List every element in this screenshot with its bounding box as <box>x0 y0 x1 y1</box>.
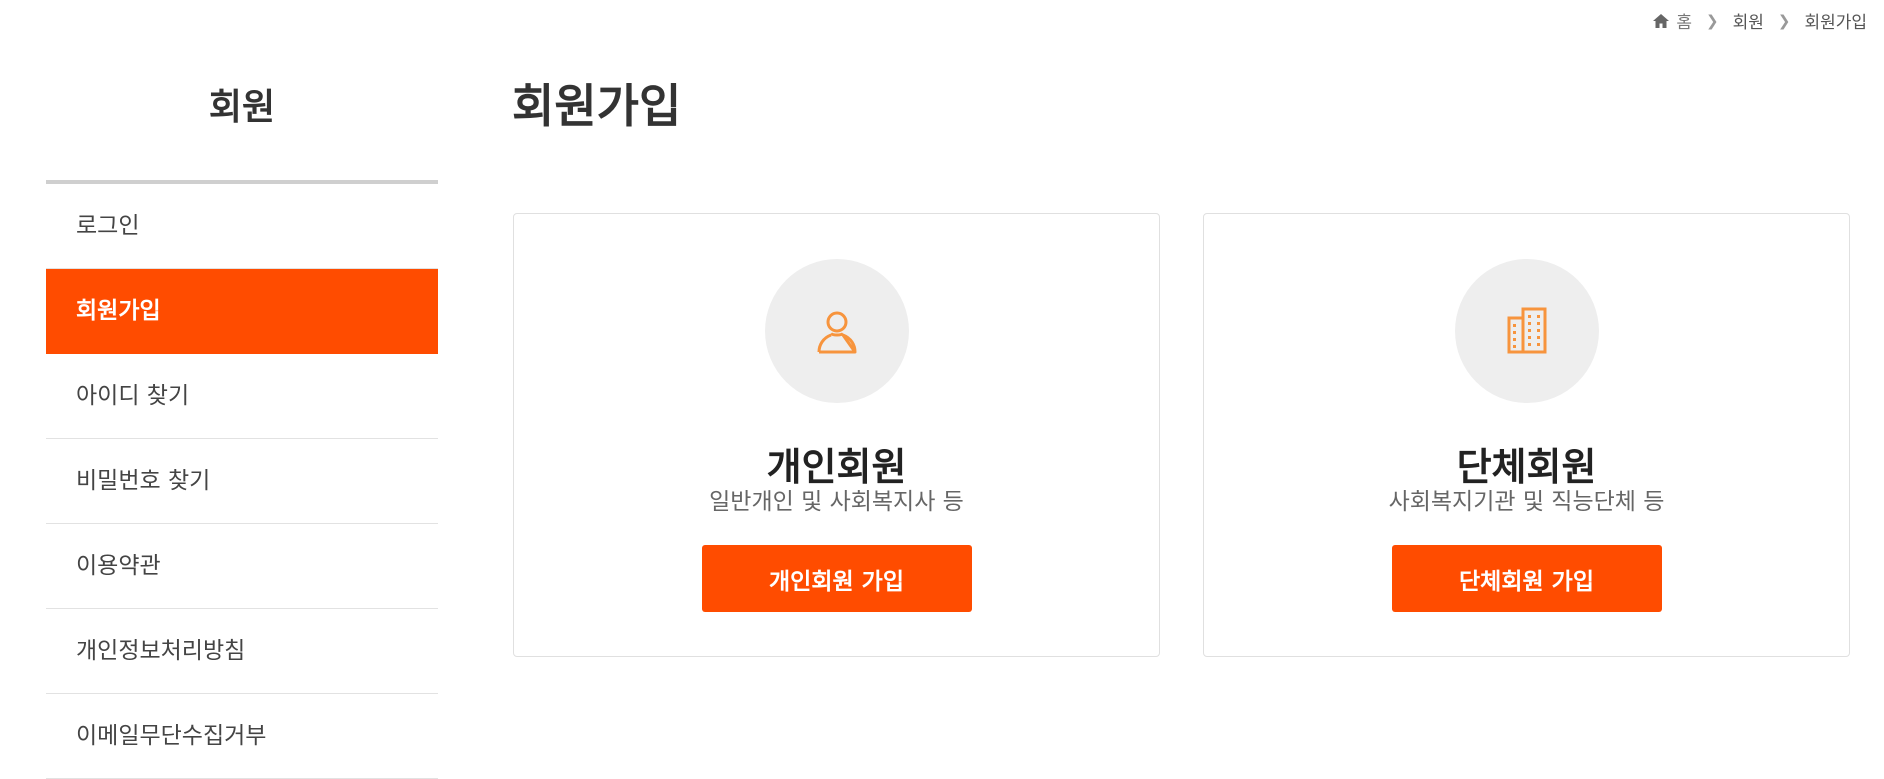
sidebar-item-terms[interactable]: 이용약관 <box>46 524 438 609</box>
chevron-right-icon: ❯ <box>1706 11 1719 30</box>
personal-signup-button[interactable]: 개인회원 가입 <box>701 545 972 612</box>
card-description: 사회복지기관 및 직능단체 등 <box>1388 489 1665 515</box>
building-icon <box>1507 307 1546 354</box>
sidebar-item-signup[interactable]: 회원가입 <box>46 269 438 354</box>
group-signup-button[interactable]: 단체회원 가입 <box>1391 545 1662 612</box>
home-icon <box>1653 13 1670 28</box>
person-icon <box>817 311 856 354</box>
icon-circle <box>764 259 909 403</box>
sidebar-item-find-id[interactable]: 아이디 찾기 <box>46 354 438 439</box>
page-title: 회원가입 <box>512 79 682 133</box>
sidebar-title: 회원 <box>208 87 276 128</box>
sidebar-item-email-refusal[interactable]: 이메일무단수집거부 <box>46 694 438 779</box>
sidebar-item-login[interactable]: 로그인 <box>46 184 438 269</box>
breadcrumb-home[interactable]: 홈 <box>1652 8 1692 33</box>
group-member-card: 단체회원 사회복지기관 및 직능단체 등 단체회원 가입 <box>1203 213 1850 657</box>
chevron-right-icon: ❯ <box>1777 11 1791 30</box>
icon-circle <box>1454 259 1599 403</box>
sidebar-item-find-password[interactable]: 비밀번호 찾기 <box>46 439 438 524</box>
sidebar-menu: 로그인 회원가입 아이디 찾기 비밀번호 찾기 이용약관 개인정보처리방침 이메… <box>46 184 438 779</box>
personal-member-card: 개인회원 일반개인 및 사회복지사 등 개인회원 가입 <box>513 213 1160 657</box>
card-description: 일반개인 및 사회복지사 등 <box>709 489 964 515</box>
sidebar-item-privacy-policy[interactable]: 개인정보처리방침 <box>46 609 438 694</box>
breadcrumb-level2: 회원가입 <box>1804 13 1867 33</box>
breadcrumb: 홈 ❯ 회원 ❯ 회원가입 <box>1652 8 1867 33</box>
breadcrumb-level1[interactable]: 회원 <box>1733 8 1764 33</box>
breadcrumb-home-label: 홈 <box>1676 13 1692 33</box>
